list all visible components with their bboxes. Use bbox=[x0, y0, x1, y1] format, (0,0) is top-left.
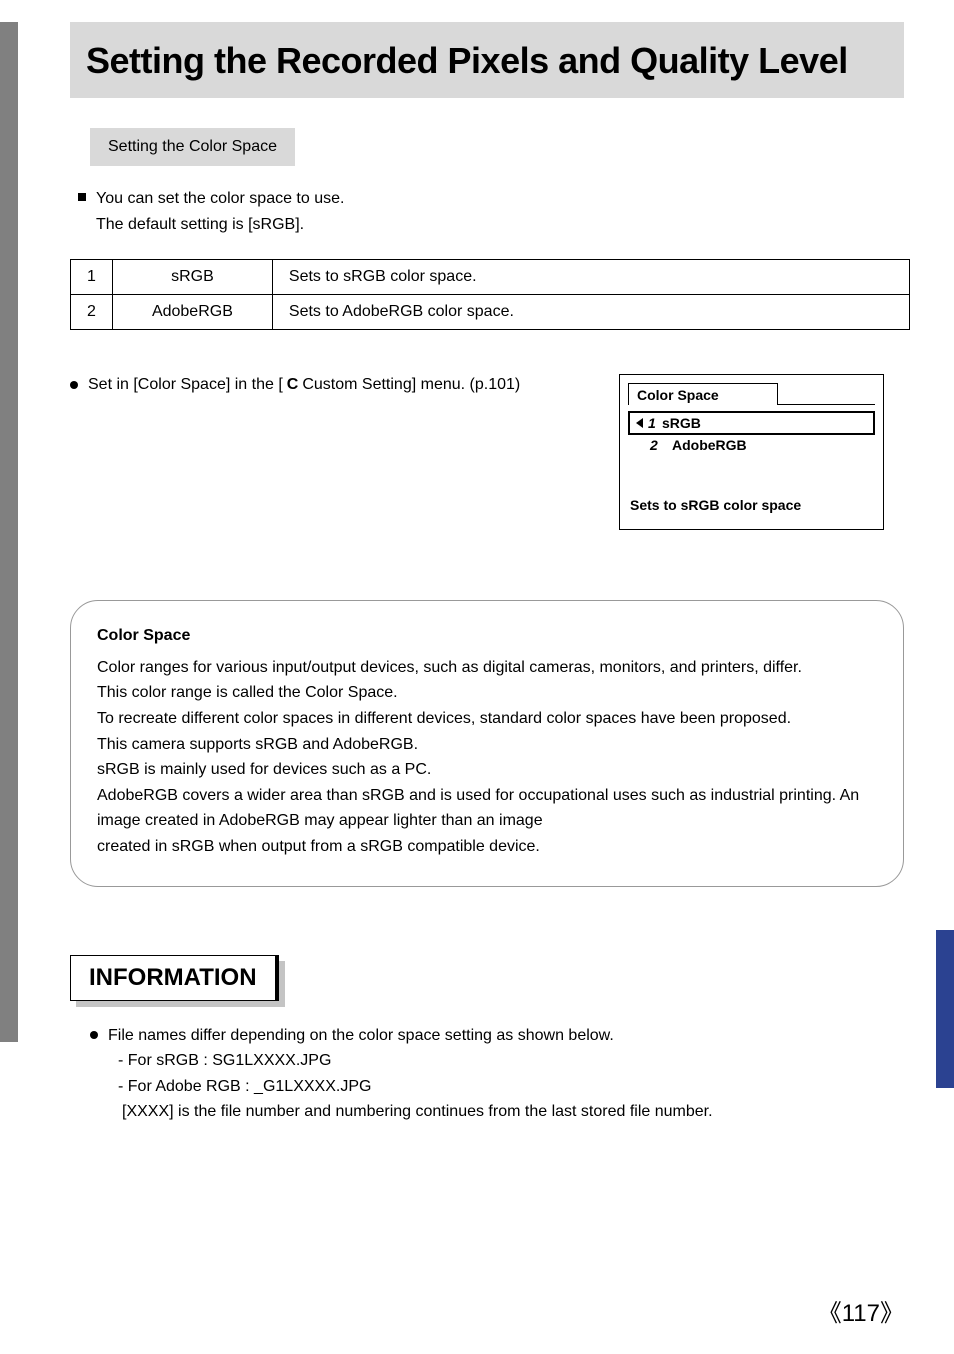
setin-pre: Set in [Color Space] in the [ bbox=[88, 376, 283, 394]
info-line4: [XXXX] is the file number and numbering … bbox=[122, 1099, 904, 1125]
setin-post: Custom Setting] menu. (p.101) bbox=[302, 376, 520, 394]
infobox-p5: sRGB is mainly used for devices such as … bbox=[97, 757, 877, 783]
info-line1: File names differ depending on the color… bbox=[108, 1023, 614, 1049]
color-space-infobox: Color Space Color ranges for various inp… bbox=[70, 600, 904, 886]
lcd-message: Sets to sRGB color space bbox=[628, 497, 875, 513]
infobox-p6: AdobeRGB covers a wider area than sRGB a… bbox=[97, 783, 877, 834]
square-bullet-icon bbox=[78, 193, 86, 201]
bullet-dot-icon bbox=[70, 381, 78, 389]
intro-line1: You can set the color space to use. bbox=[96, 186, 344, 212]
page-title: Setting the Recorded Pixels and Quality … bbox=[86, 40, 888, 82]
table-row: 1 sRGB Sets to sRGB color space. bbox=[71, 260, 910, 295]
bullet-dot-icon bbox=[90, 1031, 98, 1039]
table-cell-desc: Sets to AdobeRGB color space. bbox=[272, 295, 909, 330]
infobox-p2: This color range is called the Color Spa… bbox=[97, 680, 877, 706]
information-header: INFORMATION bbox=[70, 955, 279, 1001]
side-tab-left bbox=[0, 22, 18, 1042]
table-cell-name: sRGB bbox=[112, 260, 272, 295]
custom-c-icon: C bbox=[287, 376, 299, 394]
lcd-opt2-label: AdobeRGB bbox=[672, 437, 747, 453]
infobox-p3: To recreate different color spaces in di… bbox=[97, 706, 877, 732]
color-space-table: 1 sRGB Sets to sRGB color space. 2 Adobe… bbox=[70, 259, 910, 330]
lcd-tab-title: Color Space bbox=[628, 383, 778, 405]
subheading: Setting the Color Space bbox=[90, 128, 295, 166]
information-list: File names differ depending on the color… bbox=[70, 1023, 904, 1145]
info-line3: - For Adobe RGB : _G1LXXXX.JPG bbox=[118, 1074, 904, 1100]
infobox-title: Color Space bbox=[97, 623, 877, 649]
lcd-menu-illustration: Color Space 1 sRGB 2 AdobeRGB Sets to sR… bbox=[619, 374, 884, 530]
lcd-opt1-num: 1 bbox=[648, 415, 662, 431]
lcd-option: 2 AdobeRGB bbox=[628, 435, 875, 455]
info-line2: - For sRGB : SG1LXXXX.JPG bbox=[118, 1048, 904, 1074]
table-cell-desc: Sets to sRGB color space. bbox=[272, 260, 909, 295]
infobox-p7: created in sRGB when output from a sRGB … bbox=[97, 834, 877, 860]
table-cell-num: 1 bbox=[71, 260, 113, 295]
table-cell-num: 2 bbox=[71, 295, 113, 330]
infobox-p1: Color ranges for various input/output de… bbox=[97, 655, 877, 681]
page-number: 《117》 bbox=[818, 1293, 904, 1328]
lcd-option-selected: 1 sRGB bbox=[628, 411, 875, 435]
intro-line2: The default setting is [sRGB]. bbox=[96, 212, 904, 238]
table-row: 2 AdobeRGB Sets to AdobeRGB color space. bbox=[71, 295, 910, 330]
table-cell-name: AdobeRGB bbox=[112, 295, 272, 330]
lcd-opt1-label: sRGB bbox=[662, 415, 701, 431]
information-label: INFORMATION bbox=[70, 955, 279, 1001]
infobox-p4: This camera supports sRGB and AdobeRGB. bbox=[97, 732, 877, 758]
lcd-opt2-num: 2 bbox=[650, 437, 664, 453]
side-tab-right bbox=[936, 930, 954, 1088]
triangle-left-icon bbox=[636, 418, 643, 428]
page-title-bar: Setting the Recorded Pixels and Quality … bbox=[70, 22, 904, 98]
intro-text: You can set the color space to use. The … bbox=[78, 186, 904, 237]
